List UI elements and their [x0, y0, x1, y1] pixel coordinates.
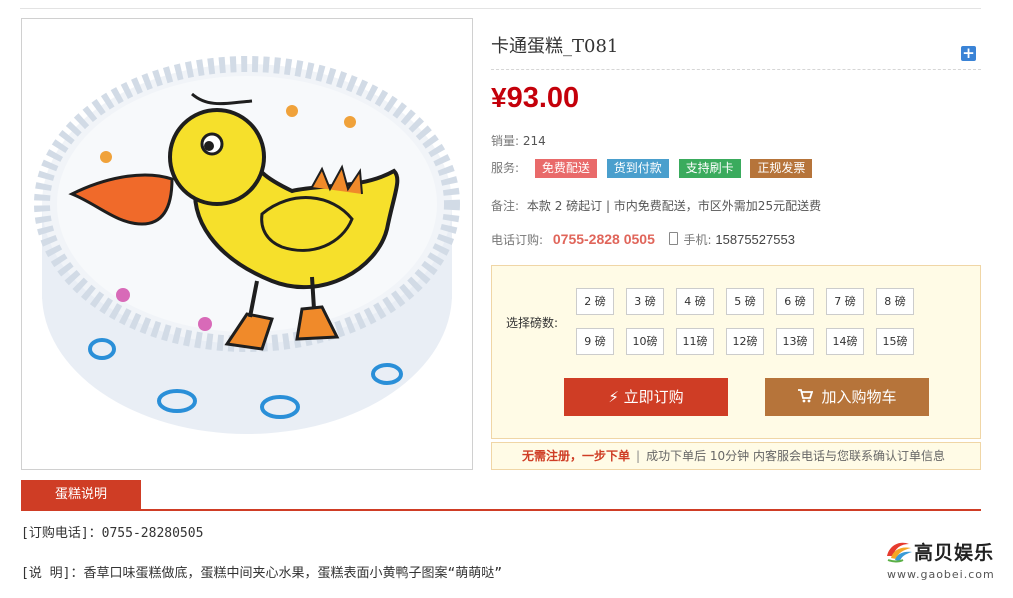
- price-value: 93.00: [506, 82, 580, 114]
- product-title: 卡通蛋糕_T081: [491, 36, 619, 57]
- weight-option[interactable]: 9 磅: [576, 328, 614, 355]
- mobile-label: 手机:: [683, 233, 712, 247]
- weight-option[interactable]: 15磅: [876, 328, 914, 355]
- note-value: 本款 2 磅起订 | 市内免费配送，市区外需加25元配送费: [526, 199, 822, 213]
- cart-icon: [798, 389, 814, 403]
- description-notes: [说 明]：香草口味蛋糕做底，蛋糕中间夹心水果，蛋糕表面小黄鸭子图案“萌萌哒”: [21, 566, 503, 581]
- sales-row: 销量: 214: [491, 132, 546, 149]
- watermark-title: 高贝娱乐: [914, 542, 995, 564]
- phone-row: 电话订购: 0755-2828 0505 手机: 15875527553: [491, 231, 795, 248]
- weight-option[interactable]: 4 磅: [676, 288, 714, 315]
- tab-underline: [21, 509, 981, 511]
- product-image[interactable]: [21, 18, 473, 470]
- weight-option[interactable]: 7 磅: [826, 288, 864, 315]
- weight-option[interactable]: 5 磅: [726, 288, 764, 315]
- weight-selector-label: 选择磅数:: [506, 316, 559, 330]
- weight-option[interactable]: 8 磅: [876, 288, 914, 315]
- service-badge-free-delivery: 免费配送: [534, 159, 597, 178]
- description-phone: [订购电话]：0755-28280505: [21, 526, 204, 541]
- watermark-url: www.gaobei.com: [887, 568, 995, 581]
- weight-option[interactable]: 11磅: [676, 328, 714, 355]
- watermark-icon: [887, 542, 912, 563]
- weight-option[interactable]: 12磅: [726, 328, 764, 355]
- tip-separator: |: [636, 449, 641, 463]
- product-price: ¥93.00: [491, 82, 579, 115]
- note-label: 备注:: [491, 199, 520, 213]
- phone-number: 0755-2828 0505: [552, 231, 655, 247]
- weight-selector-panel: 选择磅数: 2 磅 3 磅 4 磅 5 磅 6 磅 7 磅 8 磅 9 磅 10…: [491, 265, 981, 439]
- weight-option[interactable]: 13磅: [776, 328, 814, 355]
- service-badge-card: 支持刷卡: [678, 159, 741, 178]
- lightning-icon: ⚡: [608, 388, 619, 406]
- weight-option[interactable]: 2 磅: [576, 288, 614, 315]
- order-tip-bar: 无需注册，一步下单 | 成功下单后 10分钟 内客服会电话与您联系确认订单信息: [491, 442, 981, 470]
- mobile-number: 15875527553: [715, 232, 795, 247]
- plus-icon[interactable]: +: [961, 46, 976, 61]
- weight-option[interactable]: 14磅: [826, 328, 864, 355]
- buy-now-button[interactable]: ⚡ 立即订购: [564, 378, 728, 416]
- add-to-cart-label: 加入购物车: [821, 388, 897, 406]
- title-divider: [491, 69, 981, 70]
- phone-label: 电话订购:: [491, 233, 544, 247]
- sales-value: 214: [522, 134, 546, 148]
- buy-now-label: 立即订购: [623, 388, 684, 406]
- sales-label: 销量:: [491, 134, 520, 148]
- weight-option[interactable]: 10磅: [626, 328, 664, 355]
- watermark-logo: 高贝娱乐 www.gaobei.com: [885, 536, 1000, 586]
- service-row: 服务: 免费配送 货到付款 支持刷卡 正规发票: [491, 159, 818, 178]
- add-to-cart-button[interactable]: 加入购物车: [765, 378, 929, 416]
- mobile-phone-icon: [668, 232, 678, 245]
- service-badge-cod: 货到付款: [606, 159, 669, 178]
- service-label: 服务:: [491, 161, 520, 175]
- service-badge-invoice: 正规发票: [750, 159, 813, 178]
- duck-cake-illustration: [34, 56, 460, 434]
- weight-option[interactable]: 3 磅: [626, 288, 664, 315]
- tip-text: 成功下单后 10分钟 内客服会电话与您联系确认订单信息: [646, 449, 945, 463]
- note-row: 备注: 本款 2 磅起订 | 市内免费配送，市区外需加25元配送费: [491, 197, 821, 214]
- tip-highlight: 无需注册，一步下单: [522, 449, 631, 463]
- currency-symbol: ¥: [491, 82, 507, 113]
- tab-cake-description[interactable]: 蛋糕说明: [21, 480, 141, 510]
- weight-option[interactable]: 6 磅: [776, 288, 814, 315]
- top-divider: [20, 8, 981, 9]
